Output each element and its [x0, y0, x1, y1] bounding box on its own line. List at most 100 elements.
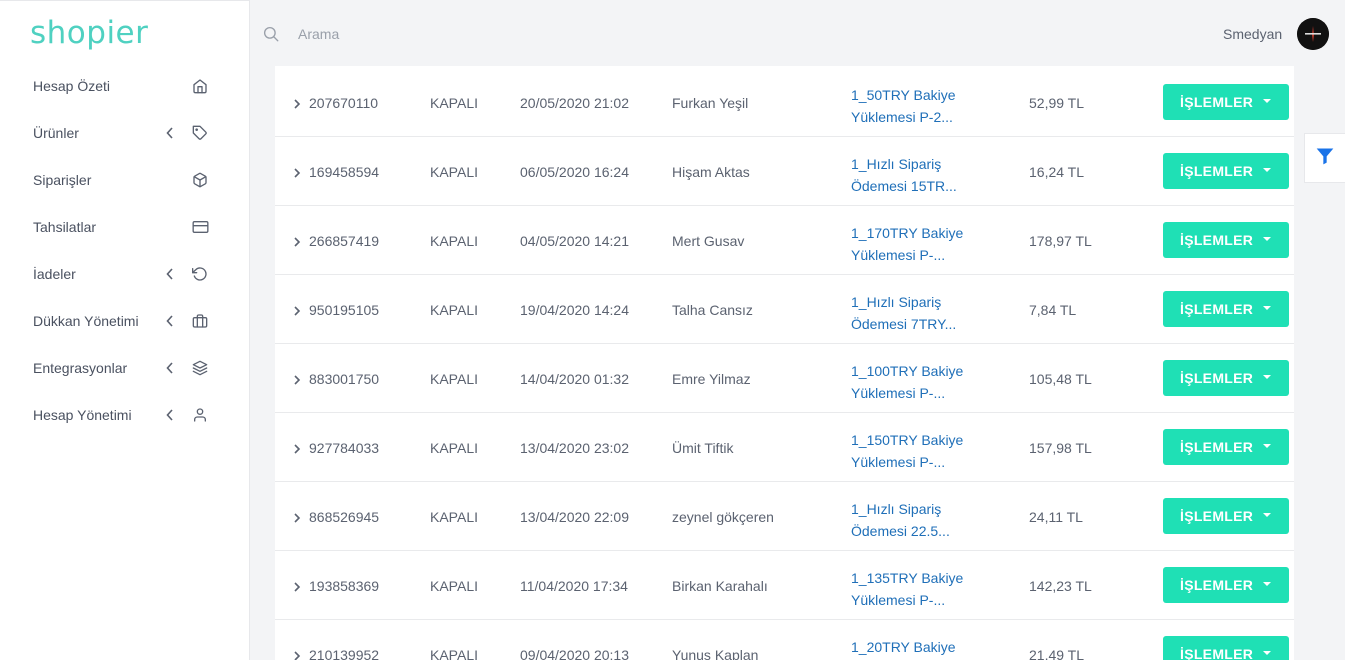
actions-button-label: İŞLEMLER	[1180, 370, 1254, 386]
product-link[interactable]: 1_170TRY Bakiye Yüklemesi P-...	[851, 222, 971, 266]
product-link[interactable]: 1_100TRY Bakiye Yüklemesi P-...	[851, 360, 971, 404]
sidebar-item-label: Siparişler	[33, 171, 92, 188]
actions-dropdown-button[interactable]: İŞLEMLER	[1163, 360, 1289, 396]
table-row: 950195105 KAPALI 19/04/2020 14:24 Talha …	[275, 275, 1294, 344]
actions-dropdown-button[interactable]: İŞLEMLER	[1163, 498, 1289, 534]
sidebar-item-iadeler[interactable]: İadeler	[0, 250, 249, 297]
actions-dropdown-button[interactable]: İŞLEMLER	[1163, 567, 1289, 603]
product-link[interactable]: 1_Hızlı Sipariş Ödemesi 22.5...	[851, 498, 971, 542]
sidebar-item-siparisler[interactable]: Siparişler	[0, 156, 249, 203]
chevron-right-icon[interactable]	[293, 648, 303, 660]
chevron-right-icon[interactable]	[293, 234, 303, 247]
sidebar-item-label: Hesap Özeti	[33, 77, 111, 94]
order-date: 09/04/2020 20:13	[520, 647, 629, 660]
order-status: KAPALI	[430, 647, 478, 660]
credit-card-icon	[191, 218, 209, 236]
actions-dropdown-button[interactable]: İŞLEMLER	[1163, 291, 1289, 327]
sidebar-item-entegrasyonlar[interactable]: Entegrasyonlar	[0, 344, 249, 391]
chevron-right-icon[interactable]	[293, 96, 303, 109]
order-amount: 178,97 TL	[1029, 233, 1092, 249]
avatar[interactable]	[1297, 18, 1329, 50]
order-date: 20/05/2020 21:02	[520, 95, 629, 111]
username[interactable]: Smedyan	[1223, 26, 1282, 42]
table-row: 169458594 KAPALI 06/05/2020 16:24 Hişam …	[275, 137, 1294, 206]
filter-icon	[1315, 146, 1335, 171]
actions-button-label: İŞLEMLER	[1180, 646, 1254, 660]
chevron-right-icon[interactable]	[293, 441, 303, 454]
product-line-2: Ödemesi 15TR...	[851, 178, 957, 194]
caret-down-icon	[1263, 99, 1271, 103]
caret-down-icon	[1263, 375, 1271, 379]
actions-dropdown-button[interactable]: İŞLEMLER	[1163, 84, 1289, 120]
order-date: 11/04/2020 17:34	[520, 578, 628, 594]
customer-name: Birkan Karahalı	[672, 578, 768, 594]
chevron-right-icon[interactable]	[293, 510, 303, 523]
order-amount: 7,84 TL	[1029, 302, 1077, 318]
actions-button-label: İŞLEMLER	[1180, 94, 1254, 110]
sidebar-item-tahsilatlar[interactable]: Tahsilatlar	[0, 203, 249, 250]
product-line-1: 1_100TRY Bakiye	[851, 363, 964, 379]
caret-down-icon	[1263, 513, 1271, 517]
order-status: KAPALI	[430, 302, 478, 318]
chevron-right-icon[interactable]	[293, 303, 303, 316]
customer-name: Hişam Aktas	[672, 164, 750, 180]
table-row: 883001750 KAPALI 14/04/2020 01:32 Emre Y…	[275, 344, 1294, 413]
caret-down-icon	[1263, 168, 1271, 172]
product-link[interactable]: 1_Hızlı Sipariş Ödemesi 7TRY...	[851, 291, 971, 335]
caret-down-icon	[1263, 444, 1271, 448]
order-date: 19/04/2020 14:24	[520, 302, 629, 318]
sidebar-item-label: Hesap Yönetimi	[33, 406, 132, 423]
product-link[interactable]: 1_150TRY Bakiye Yüklemesi P-...	[851, 429, 971, 473]
tag-icon	[191, 124, 209, 142]
order-status: KAPALI	[430, 371, 478, 387]
actions-button-label: İŞLEMLER	[1180, 577, 1254, 593]
table-row: 868526945 KAPALI 13/04/2020 22:09 zeynel…	[275, 482, 1294, 551]
caret-down-icon	[1263, 651, 1271, 655]
actions-button-label: İŞLEMLER	[1180, 439, 1254, 455]
undo-icon	[191, 265, 209, 283]
sidebar-item-dukkan-yonetimi[interactable]: Dükkan Yönetimi	[0, 297, 249, 344]
customer-name: Ümit Tiftik	[672, 440, 734, 456]
order-amount: 24,11 TL	[1029, 509, 1083, 525]
customer-name: Yunus Kaplan	[672, 647, 759, 660]
actions-dropdown-button[interactable]: İŞLEMLER	[1163, 222, 1289, 258]
sidebar-item-urunler[interactable]: Ürünler	[0, 109, 249, 156]
actions-dropdown-button[interactable]: İŞLEMLER	[1163, 429, 1289, 465]
chevron-right-icon[interactable]	[293, 165, 303, 178]
order-amount: 52,99 TL	[1029, 95, 1085, 111]
product-link[interactable]: 1_20TRY Bakiye	[851, 636, 971, 658]
shopier-logo[interactable]: shopier	[30, 15, 148, 51]
product-line-1: 1_20TRY Bakiye	[851, 639, 956, 655]
layers-icon	[191, 359, 209, 377]
orders-table: 207670110 KAPALI 20/05/2020 21:02 Furkan…	[275, 66, 1294, 660]
actions-button-label: İŞLEMLER	[1180, 508, 1254, 524]
order-status: KAPALI	[430, 440, 478, 456]
caret-down-icon	[1263, 306, 1271, 310]
chevron-right-icon[interactable]	[293, 372, 303, 385]
user-icon	[191, 406, 209, 424]
filter-toggle-button[interactable]	[1304, 133, 1345, 183]
order-amount: 21,49 TL	[1029, 647, 1085, 660]
sidebar-item-label: Entegrasyonlar	[33, 359, 128, 376]
briefcase-icon	[191, 312, 209, 330]
caret-down-icon	[1263, 582, 1271, 586]
order-id: 883001750	[309, 371, 380, 387]
product-link[interactable]: 1_135TRY Bakiye Yüklemesi P-...	[851, 567, 971, 611]
sidebar-item-hesap-yonetimi[interactable]: Hesap Yönetimi	[0, 391, 249, 438]
actions-dropdown-button[interactable]: İŞLEMLER	[1163, 153, 1289, 189]
actions-dropdown-button[interactable]: İŞLEMLER	[1163, 636, 1289, 660]
order-id: 210139952	[309, 647, 380, 660]
chevron-left-icon	[164, 361, 176, 375]
sidebar-item-hesap-ozeti[interactable]: Hesap Özeti	[0, 62, 249, 109]
search-input[interactable]	[298, 22, 598, 46]
product-line-2: Yüklemesi P-2...	[851, 109, 953, 125]
customer-name: Mert Gusav	[672, 233, 745, 249]
order-status: KAPALI	[430, 578, 478, 594]
product-line-1: 1_50TRY Bakiye	[851, 87, 956, 103]
product-link[interactable]: 1_50TRY Bakiye Yüklemesi P-2...	[851, 84, 971, 128]
table-row: 927784033 KAPALI 13/04/2020 23:02 Ümit T…	[275, 413, 1294, 482]
chevron-right-icon[interactable]	[293, 579, 303, 592]
product-line-1: 1_150TRY Bakiye	[851, 432, 964, 448]
product-link[interactable]: 1_Hızlı Sipariş Ödemesi 15TR...	[851, 153, 971, 197]
order-status: KAPALI	[430, 509, 478, 525]
